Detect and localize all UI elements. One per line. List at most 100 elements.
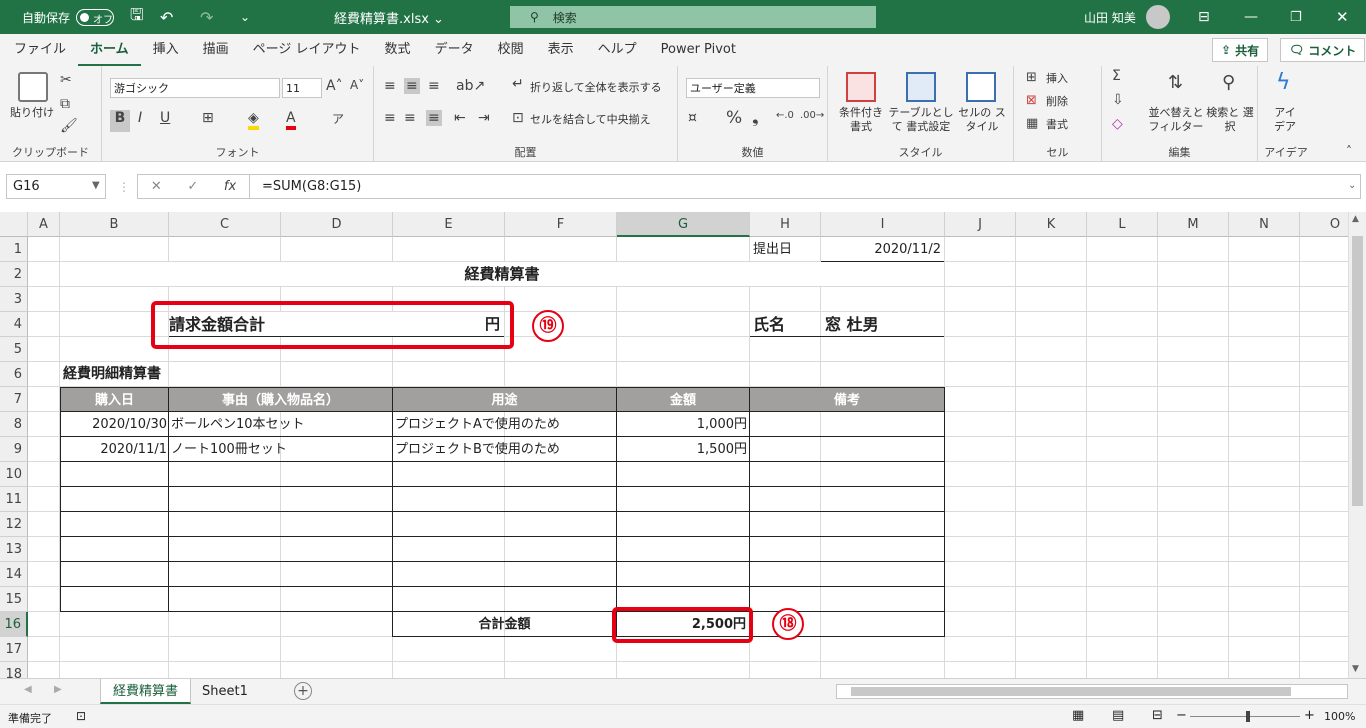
page-break-view-icon[interactable]: ⊟	[1152, 708, 1163, 723]
sheet-title[interactable]: 経費精算書	[60, 262, 944, 287]
scroll-up-icon[interactable]: ▲	[1352, 214, 1359, 224]
tab-power-pivot[interactable]: Power Pivot	[649, 34, 748, 66]
decrease-indent-icon[interactable]: ⇤	[454, 110, 466, 126]
quick-access-dropdown-icon[interactable]: ⌄	[240, 0, 250, 34]
font-color-icon[interactable]: A	[286, 110, 296, 130]
row-header[interactable]: 17	[0, 637, 28, 662]
column-header-b[interactable]: B	[60, 212, 169, 237]
cancel-icon[interactable]: ✕	[151, 179, 162, 194]
font-size-select[interactable]: 11	[282, 78, 322, 98]
conditional-format-button[interactable]: 条件付き 書式	[834, 106, 888, 134]
format-as-table-button[interactable]: テーブルとして 書式設定	[888, 106, 954, 134]
formula-input[interactable]: =SUM(G8:G15)	[249, 174, 1361, 199]
wrap-text-button[interactable]: 折り返して全体を表示する	[530, 81, 662, 95]
row-header[interactable]: 6	[0, 362, 28, 387]
column-header-n[interactable]: N	[1229, 212, 1300, 237]
tab-page-layout[interactable]: ページ レイアウト	[241, 34, 373, 66]
row-header[interactable]: 8	[0, 412, 28, 437]
column-header-e[interactable]: E	[393, 212, 505, 237]
row-header[interactable]: 5	[0, 337, 28, 362]
comma-icon[interactable]: ❟	[752, 108, 759, 128]
search-input[interactable]: ⚲ 検索	[510, 6, 876, 28]
select-all[interactable]	[0, 212, 28, 237]
row2-amount[interactable]: 1,500円	[618, 437, 747, 462]
autosave-toggle[interactable]: オフ	[76, 8, 115, 26]
collapse-ribbon-icon[interactable]: ˄	[1346, 144, 1352, 158]
percent-icon[interactable]: %	[726, 108, 742, 128]
minimize-icon[interactable]: —	[1244, 0, 1258, 34]
normal-view-icon[interactable]: ▦	[1072, 708, 1084, 723]
row-header[interactable]: 3	[0, 287, 28, 312]
column-header-j[interactable]: J	[945, 212, 1016, 237]
wrap-text-icon[interactable]: ↵	[512, 76, 524, 92]
row-header[interactable]: 14	[0, 562, 28, 587]
sheet-tab-expense[interactable]: 経費精算書	[100, 679, 192, 704]
row-header[interactable]: 9	[0, 437, 28, 462]
name-label[interactable]: 氏名	[753, 312, 819, 337]
format-cells-button[interactable]: 書式	[1046, 118, 1068, 132]
align-center-icon[interactable]: ≡	[404, 110, 416, 126]
decrease-font-icon[interactable]: A˅	[350, 78, 364, 92]
row2-date[interactable]: 2020/11/1	[61, 437, 167, 462]
paste-button[interactable]: 貼り付け	[4, 106, 60, 120]
autosum-icon[interactable]: Σ	[1112, 68, 1121, 84]
column-header-h[interactable]: H	[750, 212, 821, 237]
font-name-select[interactable]: 游ゴシック	[110, 78, 280, 98]
prev-sheet-icon[interactable]: ◀	[24, 684, 32, 695]
header-amount[interactable]: 金額	[616, 387, 750, 412]
insert-cells-icon[interactable]: ⊞	[1026, 70, 1037, 85]
tab-draw[interactable]: 描画	[191, 34, 241, 66]
column-header-c[interactable]: C	[169, 212, 281, 237]
tab-insert[interactable]: 挿入	[141, 34, 191, 66]
cell-styles-button[interactable]: セルの スタイル	[956, 106, 1008, 134]
increase-indent-icon[interactable]: ⇥	[478, 110, 490, 126]
align-middle-icon[interactable]: ≡	[404, 78, 420, 94]
copy-icon[interactable]: ⧉	[60, 96, 70, 112]
row-header[interactable]: 12	[0, 512, 28, 537]
zoom-slider-thumb[interactable]	[1246, 711, 1250, 722]
bold-icon[interactable]: B	[110, 110, 130, 132]
header-purpose[interactable]: 用途	[392, 387, 617, 412]
spreadsheet-grid[interactable]: A B C D E F G H I J K L M N O 1 2 3 4 5 …	[0, 212, 1348, 678]
row-header[interactable]: 1	[0, 237, 28, 262]
currency-icon[interactable]: ¤	[688, 110, 697, 126]
column-header-o[interactable]: O	[1300, 212, 1348, 237]
expand-formula-icon[interactable]: ⌄	[1348, 180, 1356, 191]
header-remarks[interactable]: 備考	[749, 387, 945, 412]
zoom-slider[interactable]	[1190, 716, 1300, 717]
column-header-m[interactable]: M	[1158, 212, 1229, 237]
increase-decimal-icon[interactable]: ←.0	[776, 110, 794, 121]
row2-purpose[interactable]: プロジェクトBで使用のため	[395, 437, 615, 462]
row1-date[interactable]: 2020/10/30	[61, 412, 167, 437]
column-header-d[interactable]: D	[281, 212, 393, 237]
align-left-icon[interactable]: ≡	[384, 110, 396, 126]
restore-icon[interactable]: ❐	[1290, 0, 1302, 34]
ideas-button[interactable]: アイ デア	[1270, 106, 1300, 134]
share-button[interactable]: ⇪ 共有	[1212, 38, 1269, 62]
decrease-decimal-icon[interactable]: .00→	[800, 110, 824, 121]
ribbon-display-icon[interactable]: ⊟	[1198, 0, 1210, 34]
column-header-l[interactable]: L	[1087, 212, 1158, 237]
page-layout-view-icon[interactable]: ▤	[1112, 708, 1124, 723]
italic-icon[interactable]: I	[138, 110, 142, 126]
redo-icon[interactable]: ↷	[200, 0, 213, 34]
zoom-level[interactable]: 100%	[1324, 710, 1355, 723]
fill-icon[interactable]: ⇩	[1112, 92, 1124, 108]
tab-view[interactable]: 表示	[536, 34, 586, 66]
header-date[interactable]: 購入日	[60, 387, 169, 412]
name-value[interactable]: 窓 杜男	[825, 312, 943, 337]
align-top-icon[interactable]: ≡	[384, 78, 396, 94]
vertical-scrollbar[interactable]: ▲ ▼	[1348, 212, 1366, 678]
increase-font-icon[interactable]: A˄	[326, 78, 343, 94]
avatar[interactable]	[1146, 5, 1170, 29]
find-select-icon[interactable]: ⚲	[1222, 72, 1235, 93]
column-header-a[interactable]: A	[28, 212, 60, 237]
tab-help[interactable]: ヘルプ	[586, 34, 649, 66]
delete-cells-button[interactable]: 削除	[1046, 95, 1068, 109]
format-as-table-icon[interactable]	[906, 72, 936, 102]
sort-filter-icon[interactable]: ⇅	[1168, 72, 1183, 93]
h-scroll-thumb[interactable]	[851, 687, 1291, 696]
tab-file[interactable]: ファイル	[2, 34, 78, 66]
column-header-i[interactable]: I	[821, 212, 945, 237]
row-header[interactable]: 10	[0, 462, 28, 487]
